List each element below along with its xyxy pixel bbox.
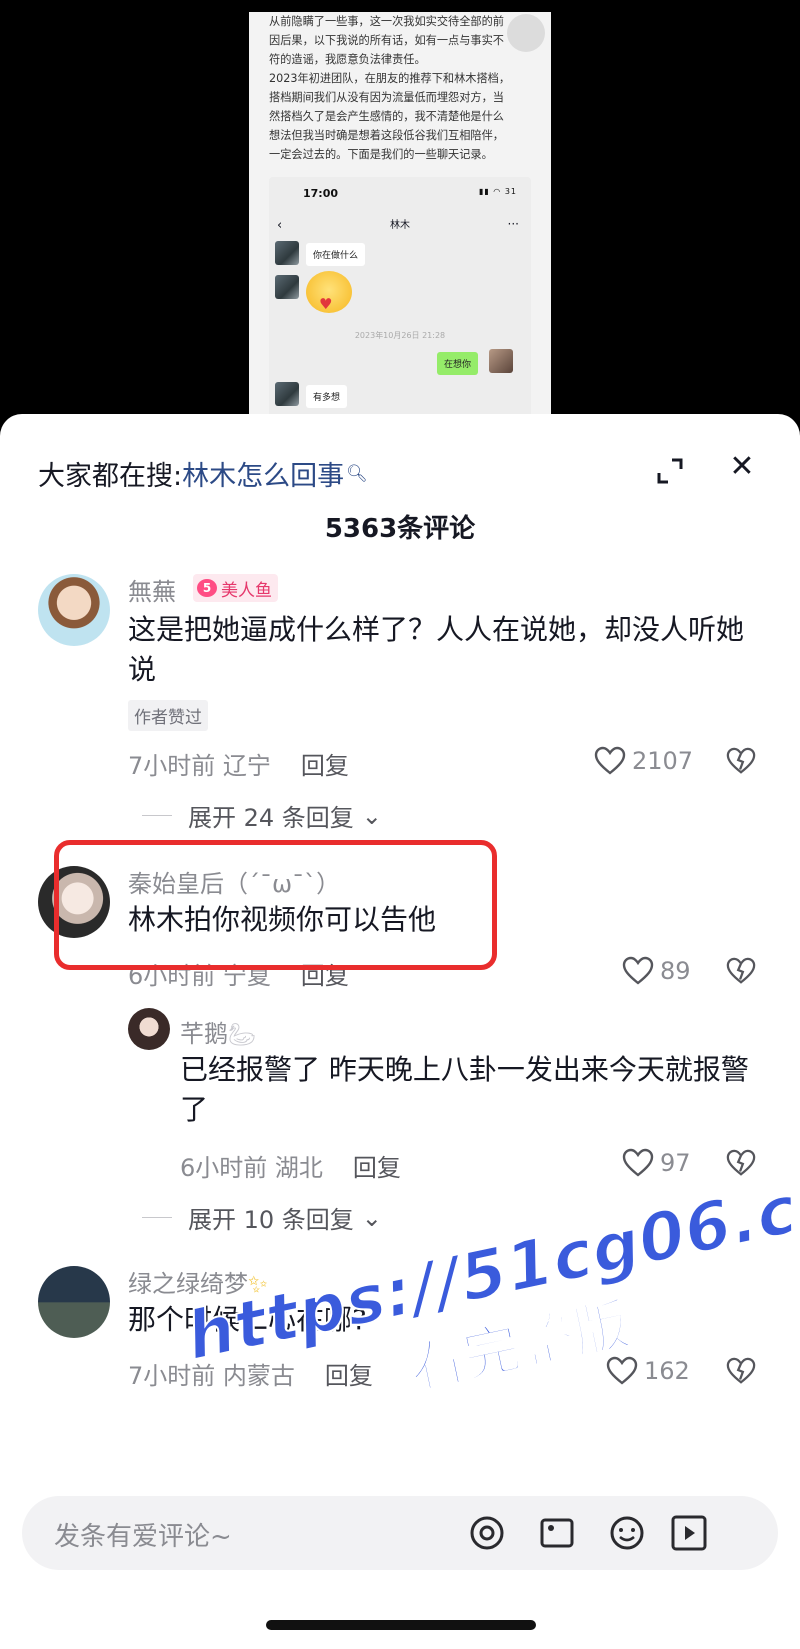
like-button[interactable]: 97	[622, 1148, 691, 1178]
comment-count-title: 5363条评论	[324, 514, 476, 544]
comment-time: 7小时前	[128, 752, 216, 780]
author-liked-badge: 作者赞过	[128, 700, 208, 731]
like-count: 89	[660, 957, 691, 985]
expand-replies-label: 展开 24 条回复	[188, 804, 354, 832]
dislike-icon[interactable]	[726, 1356, 756, 1386]
search-icon: 🔍︎	[346, 464, 368, 484]
trending-search[interactable]: 大家都在搜:林木怎么回事 🔍︎	[38, 454, 368, 493]
heart-icon	[606, 1356, 638, 1385]
fullscreen-icon[interactable]	[655, 456, 685, 486]
dislike-icon[interactable]	[726, 956, 756, 986]
reply-text: 已经报警了 昨天晚上八卦一发出来今天就报警了	[180, 1053, 749, 1126]
reply-username[interactable]: 芊鹅🦢︎	[180, 1014, 256, 1049]
mention-icon[interactable]	[466, 1512, 508, 1554]
chat-message: 你在做什么	[306, 243, 366, 266]
chat-battery-value: 31	[504, 187, 517, 196]
chat-message-self: 在想你	[437, 352, 479, 375]
chat-battery-icon: ▮▮ ◠ 31	[478, 187, 517, 196]
chat-timestamp: 2023年10月26日 21:28	[354, 331, 446, 340]
comment-meta: 7小时前 内蒙古 回复	[128, 1356, 373, 1391]
chat-message: 有多想	[306, 385, 348, 408]
chevron-down-icon: ⌄	[361, 1203, 382, 1232]
chat-more-icon: ···	[507, 217, 519, 231]
avatar[interactable]	[38, 574, 110, 646]
comment-username[interactable]: 無蕪	[128, 572, 176, 607]
like-count: 97	[660, 1149, 691, 1177]
comment-input-bar[interactable]: 发条有爱评论~	[22, 1496, 778, 1570]
avatar[interactable]	[38, 1266, 110, 1338]
chat-avatar-self	[489, 349, 513, 373]
comment-location: 内蒙古	[222, 1362, 295, 1390]
like-button[interactable]: 2107	[594, 746, 693, 776]
chat-avatar	[275, 241, 299, 265]
comment-time: 6小时前	[180, 1154, 268, 1182]
avatar[interactable]	[128, 1008, 170, 1050]
comment-meta: 6小时前 湖北 回复	[180, 1148, 401, 1183]
comment-location: 湖北	[274, 1154, 323, 1182]
expand-replies-label: 展开 10 条回复	[188, 1206, 354, 1234]
dislike-icon[interactable]	[726, 1148, 756, 1178]
image-icon[interactable]	[536, 1512, 578, 1554]
fan-badge-label: 美人鱼	[221, 580, 272, 601]
swan-icon: 🦢︎	[228, 1023, 256, 1048]
chat-avatar	[275, 382, 299, 406]
heart-icon: ♥	[319, 295, 333, 313]
trending-search-label: 大家都在搜:	[38, 461, 183, 492]
expand-replies-button[interactable]: 展开 24 条回复 ⌄	[142, 798, 382, 833]
chat-screenshot: 17:00 ▮▮ ◠ 31 ‹ 林木 ··· 你在做什么 ♥ 2023年10月2…	[269, 177, 531, 422]
fan-club-badge: 5 美人鱼	[193, 574, 278, 602]
like-count: 162	[644, 1357, 690, 1385]
chat-contact-name: 林木	[390, 220, 410, 231]
sparkles-icon: ✨︎	[248, 1270, 268, 1298]
comment-time: 7小时前	[128, 1362, 216, 1390]
dislike-icon[interactable]	[726, 746, 756, 776]
divider	[142, 815, 172, 816]
reply-username-text: 芊鹅	[180, 1020, 228, 1048]
fan-level: 5	[197, 579, 217, 597]
emoji-icon[interactable]	[606, 1512, 648, 1554]
heart-icon	[622, 1148, 654, 1177]
divider	[142, 1217, 172, 1218]
close-icon[interactable]: ✕	[727, 452, 757, 482]
video-player[interactable]: 从前隐瞒了一些事，这一次我如实交待全部的前 因后果，以下我说的所有话，如有一点与…	[0, 0, 800, 430]
like-count: 2107	[632, 747, 694, 775]
video-reply-icon[interactable]	[668, 1512, 710, 1554]
comment-sheet: 大家都在搜:林木怎么回事 🔍︎ ✕ 5363条评论 無蕪 5 美人鱼 这是把她逼成…	[0, 414, 800, 1649]
expand-replies-button[interactable]: 展开 10 条回复 ⌄	[142, 1200, 382, 1235]
comment-input-placeholder[interactable]: 发条有爱评论~	[54, 1516, 232, 1553]
comment-text: 那个时候二心在哪?	[128, 1303, 367, 1336]
home-indicator	[266, 1620, 536, 1630]
heart-icon	[622, 956, 654, 985]
highlight-annotation	[54, 840, 497, 970]
comment-username[interactable]: 绿之绿绮梦✨︎	[128, 1264, 268, 1299]
reply-button[interactable]: 回复	[325, 1362, 373, 1390]
comment-text: 这是把她逼成什么样了？人人在说她，却没人听她说	[128, 613, 745, 686]
doc-statement-text: 从前隐瞒了一些事，这一次我如实交待全部的前 因后果，以下我说的所有话，如有一点与…	[269, 15, 511, 161]
like-button[interactable]: 89	[622, 956, 691, 986]
trending-search-term[interactable]: 林木怎么回事	[182, 461, 344, 492]
reply-button[interactable]: 回复	[301, 752, 349, 780]
comment-username-text: 绿之绿绮梦	[128, 1270, 248, 1298]
like-button[interactable]: 162	[606, 1356, 690, 1386]
comment-location: 辽宁	[222, 752, 271, 780]
reply-button[interactable]: 回复	[353, 1154, 401, 1182]
floating-button	[507, 14, 545, 52]
comment-meta: 7小时前 辽宁 回复	[128, 746, 349, 781]
chat-avatar	[275, 275, 299, 299]
chevron-down-icon: ⌄	[361, 801, 382, 830]
video-document-screenshot: 从前隐瞒了一些事，这一次我如实交待全部的前 因后果，以下我说的所有话，如有一点与…	[249, 12, 551, 422]
heart-icon	[594, 746, 626, 775]
